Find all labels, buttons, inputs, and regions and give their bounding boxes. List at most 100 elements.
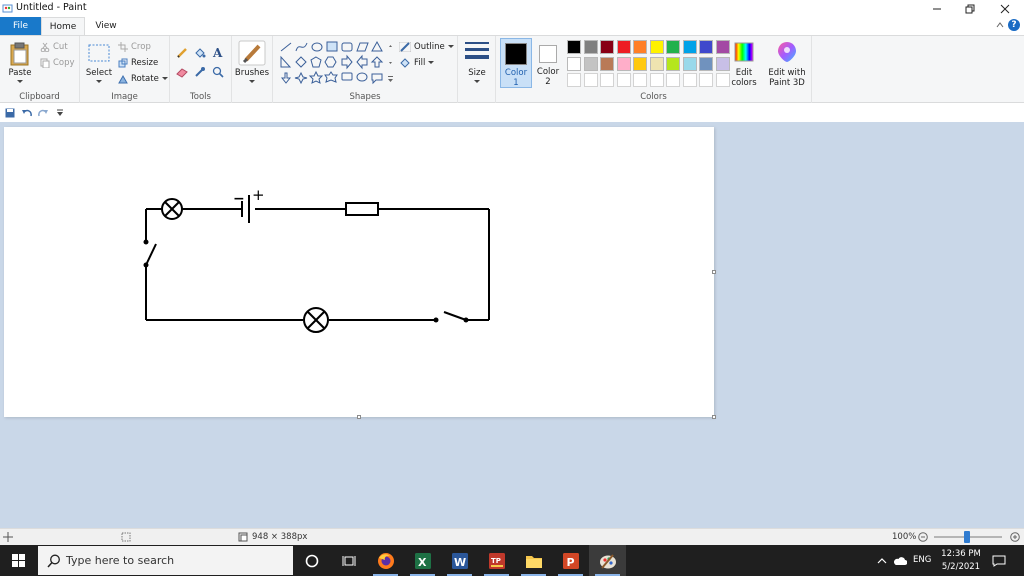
eraser-icon[interactable]: [176, 66, 188, 78]
palette-swatch-empty[interactable]: [600, 73, 614, 87]
palette-swatch[interactable]: [633, 56, 647, 71]
zoom-slider[interactable]: [934, 531, 1002, 543]
clock-time: 12:36 PM: [941, 549, 981, 559]
palette-swatch[interactable]: [600, 40, 614, 54]
rotate-button[interactable]: Rotate: [118, 74, 168, 84]
zoom-slider-thumb[interactable]: [964, 531, 970, 543]
resize-handle-corner[interactable]: [712, 415, 716, 419]
brushes-button[interactable]: Brushes: [232, 36, 272, 103]
crop-button[interactable]: Crop: [118, 42, 151, 52]
drawing-canvas[interactable]: − +: [4, 127, 716, 419]
undo-icon[interactable]: [21, 108, 33, 118]
powerpoint-taskbar-button[interactable]: P: [552, 545, 589, 576]
outline-dropdown[interactable]: Outline: [399, 42, 454, 52]
excel-taskbar-button[interactable]: X: [404, 545, 441, 576]
tp-app-taskbar-button[interactable]: TP: [478, 545, 515, 576]
shapes-gallery[interactable]: [277, 39, 393, 89]
palette-swatch[interactable]: [600, 56, 614, 71]
minimize-button[interactable]: [920, 0, 954, 17]
select-label: Select: [85, 68, 113, 78]
redo-icon[interactable]: [37, 108, 49, 118]
ribbon: Paste Cut Copy Clipboard Select Crop Res…: [0, 35, 1024, 103]
magnifier-icon[interactable]: [212, 66, 224, 78]
color2-button[interactable]: Color 2: [534, 38, 562, 88]
palette-swatch[interactable]: [567, 40, 581, 54]
palette-swatch-empty[interactable]: [682, 73, 697, 87]
palette-swatch[interactable]: [567, 56, 581, 71]
size-button[interactable]: Size: [458, 36, 496, 103]
save-icon[interactable]: [5, 108, 15, 118]
powerpoint-icon: P: [562, 552, 579, 569]
text-icon[interactable]: A: [212, 46, 224, 58]
resize-handle-right[interactable]: [712, 270, 716, 274]
copy-button[interactable]: Copy: [40, 58, 75, 68]
select-button[interactable]: Select: [84, 39, 114, 87]
palette-swatch[interactable]: [616, 40, 631, 54]
palette-swatch[interactable]: [666, 56, 680, 71]
edit-with-paint3d-button[interactable]: Edit with Paint 3D: [764, 36, 810, 103]
palette-swatch[interactable]: [633, 40, 647, 54]
palette-swatch-empty[interactable]: [666, 73, 680, 87]
palette-swatch[interactable]: [649, 40, 664, 54]
tab-view[interactable]: View: [88, 17, 124, 35]
customize-toolbar-icon[interactable]: [56, 109, 64, 117]
file-explorer-taskbar-button[interactable]: [515, 545, 552, 576]
chevron-down-icon: [428, 61, 435, 64]
system-clock[interactable]: 12:36 PM 5/2/2021: [938, 548, 984, 574]
fill-bucket-icon[interactable]: [194, 47, 206, 59]
fill-dropdown[interactable]: Fill: [399, 58, 435, 68]
collapse-ribbon-icon[interactable]: [996, 21, 1004, 29]
tab-home[interactable]: Home: [41, 17, 85, 35]
resize-button[interactable]: Resize: [118, 58, 158, 68]
cut-button[interactable]: Cut: [40, 42, 68, 52]
tab-file[interactable]: File: [0, 17, 41, 35]
resistor-symbol: [345, 202, 379, 216]
palette-swatch-empty[interactable]: [616, 73, 631, 87]
palette-swatch[interactable]: [715, 40, 730, 54]
palette-swatch-empty[interactable]: [699, 73, 713, 87]
help-icon[interactable]: ?: [1008, 19, 1020, 31]
notifications-icon[interactable]: [992, 555, 1006, 567]
resize-handle-bottom[interactable]: [357, 415, 361, 419]
palette-swatch-empty[interactable]: [583, 73, 598, 87]
paste-button[interactable]: Paste: [4, 39, 36, 87]
show-hidden-icons-chevron[interactable]: [877, 557, 887, 565]
taskbar-search-box[interactable]: Type here to search: [38, 546, 293, 575]
palette-swatch[interactable]: [699, 40, 713, 54]
word-taskbar-button[interactable]: W: [441, 545, 478, 576]
palette-swatch[interactable]: [682, 40, 697, 54]
close-icon: [1000, 4, 1010, 13]
windows-start-icon[interactable]: [12, 554, 26, 568]
palette-swatch[interactable]: [649, 56, 664, 71]
palette-swatch-empty[interactable]: [649, 73, 664, 87]
circuit-drawing: − +: [143, 186, 490, 333]
palette-swatch-empty[interactable]: [633, 73, 647, 87]
outline-icon: [399, 42, 411, 52]
palette-swatch[interactable]: [616, 56, 631, 71]
outline-label: Outline: [414, 42, 445, 52]
color-picker-icon[interactable]: [194, 66, 206, 78]
palette-swatch[interactable]: [666, 40, 680, 54]
input-language[interactable]: ENG: [913, 555, 931, 565]
zoom-out-icon[interactable]: [918, 532, 928, 542]
restore-button[interactable]: [953, 0, 987, 17]
onedrive-cloud-icon[interactable]: [893, 556, 907, 566]
task-view-button[interactable]: [330, 545, 367, 576]
resize-icon: [118, 58, 128, 68]
palette-swatch[interactable]: [699, 56, 713, 71]
paint-taskbar-button[interactable]: [589, 545, 626, 576]
chevron-down-icon: [474, 80, 480, 83]
palette-swatch-empty[interactable]: [567, 73, 581, 87]
cortana-button[interactable]: [293, 545, 330, 576]
pencil-icon[interactable]: [176, 47, 188, 59]
task-view-icon: [342, 555, 355, 566]
edit-colors-button[interactable]: Edit colors: [730, 38, 758, 90]
zoom-in-icon[interactable]: [1010, 532, 1020, 542]
color1-button[interactable]: Color 1: [500, 38, 532, 88]
close-button[interactable]: [988, 0, 1022, 17]
palette-swatch[interactable]: [583, 56, 598, 71]
palette-swatch[interactable]: [583, 40, 598, 54]
firefox-taskbar-button[interactable]: [367, 545, 404, 576]
svg-text:W: W: [454, 556, 466, 569]
palette-swatch[interactable]: [682, 56, 697, 71]
